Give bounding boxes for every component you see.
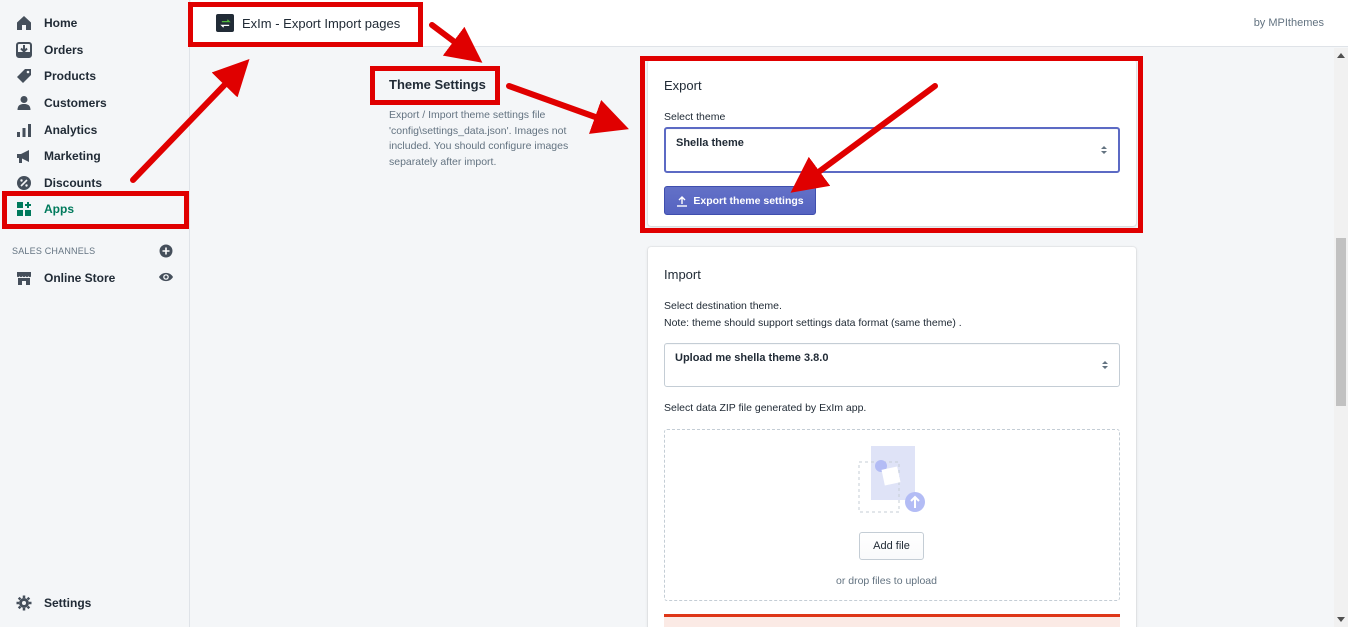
gear-icon [16, 595, 32, 611]
add-channel-icon[interactable] [159, 244, 173, 258]
add-file-button[interactable]: Add file [859, 532, 924, 560]
sidebar-item-marketing[interactable]: Marketing [0, 143, 190, 169]
zip-label: Select data ZIP file generated by ExIm a… [664, 402, 867, 414]
scroll-thumb[interactable] [1336, 238, 1346, 406]
sidebar-item-label: Products [44, 69, 97, 83]
select-theme-label: Select theme [664, 111, 726, 123]
export-card: Export Select theme Shella theme Export … [648, 60, 1136, 226]
home-icon [16, 15, 32, 31]
select-value: Shella theme [676, 137, 744, 149]
page-scrollbar[interactable] [1334, 48, 1348, 627]
sidebar-item-orders[interactable]: Orders [0, 37, 190, 63]
select-value: Upload me shella theme 3.8.0 [675, 352, 829, 364]
sidebar-item-label: Marketing [44, 149, 101, 163]
sidebar-item-discounts[interactable]: Discounts [0, 170, 190, 196]
sidebar-item-label: Customers [44, 96, 107, 110]
bar-chart-icon [16, 122, 32, 138]
sidebar: Home Orders Products Customers Analytics… [0, 0, 190, 627]
sidebar-item-analytics[interactable]: Analytics [0, 117, 190, 143]
megaphone-icon [16, 148, 32, 164]
section-description: Export / Import theme settings file 'con… [389, 109, 569, 168]
person-icon [16, 95, 32, 111]
discount-icon [16, 175, 32, 191]
import-title: Import [664, 267, 701, 282]
sidebar-item-home[interactable]: Home [0, 10, 190, 36]
sidebar-item-label: Apps [44, 202, 74, 216]
tag-icon [16, 68, 32, 84]
sidebar-item-label: Home [44, 16, 78, 30]
sidebar-item-products[interactable]: Products [0, 63, 190, 89]
scroll-down-arrow-icon[interactable] [1337, 617, 1345, 622]
sidebar-item-label: Online Store [44, 271, 116, 285]
button-label: Add file [873, 540, 910, 552]
destination-note: Note: theme should support settings data… [664, 317, 962, 329]
orders-icon [16, 42, 32, 58]
destination-theme-select[interactable]: Upload me shella theme 3.8.0 [664, 343, 1120, 387]
exim-logo-icon [216, 14, 234, 32]
destination-label: Select destination theme. [664, 300, 782, 312]
file-dropzone[interactable]: Add file or drop files to upload [664, 429, 1120, 601]
import-card: Import Select destination theme. Note: t… [648, 247, 1136, 627]
sidebar-item-customers[interactable]: Customers [0, 90, 190, 116]
app-title[interactable]: ExIm - Export Import pages [216, 14, 400, 32]
sales-channels-title: SALES CHANNELS [12, 246, 96, 256]
select-arrows-icon [1102, 361, 1108, 369]
byline: by MPIthemes [1253, 17, 1324, 29]
select-arrows-icon [1101, 146, 1107, 154]
sidebar-item-label: Analytics [44, 123, 98, 137]
sidebar-item-label: Discounts [44, 176, 103, 190]
app-header: ExIm - Export Import pages by MPIthemes [191, 0, 1348, 47]
sidebar-item-apps[interactable]: Apps [0, 196, 190, 222]
sidebar-item-settings[interactable]: Settings [0, 590, 190, 616]
section-title: Theme Settings [389, 77, 486, 92]
export-title: Export [664, 78, 702, 93]
button-label: Export theme settings [693, 194, 804, 207]
sidebar-item-label: Orders [44, 43, 84, 57]
file-upload-illustration-icon [858, 446, 925, 513]
drop-hint: or drop files to upload [836, 575, 937, 587]
export-theme-select[interactable]: Shella theme [664, 127, 1120, 173]
export-theme-settings-button[interactable]: Export theme settings [664, 186, 816, 215]
app-name: ExIm - Export Import pages [242, 15, 401, 31]
scroll-up-arrow-icon[interactable] [1337, 53, 1345, 58]
error-banner [664, 614, 1120, 627]
apps-icon [16, 201, 32, 217]
sidebar-item-label: Settings [44, 596, 92, 610]
store-icon [16, 270, 32, 286]
eye-icon[interactable] [158, 270, 174, 284]
upload-icon [677, 195, 688, 207]
